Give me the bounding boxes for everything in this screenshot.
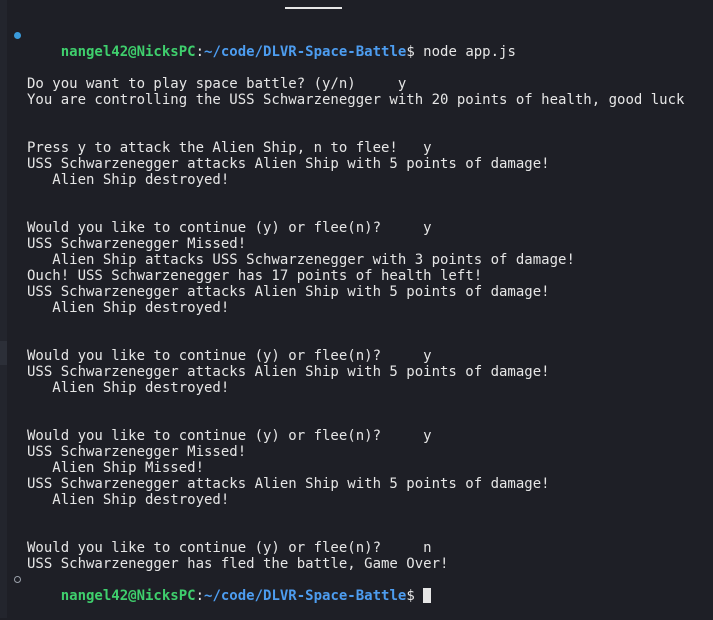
- output-line: Alien Ship attacks USS Schwarzenegger wi…: [27, 252, 575, 268]
- output-line: USS Schwarzenegger attacks Alien Ship wi…: [27, 284, 550, 300]
- active-prompt-line[interactable]: nangel42@NicksPC:~/code/DLVR-Space-Battl…: [0, 572, 713, 604]
- output-line: USS Schwarzenegger attacks Alien Ship wi…: [27, 476, 550, 492]
- output-line: Would you like to continue (y) or flee(n…: [27, 540, 432, 556]
- output-line: Alien Ship Missed!: [27, 460, 205, 476]
- output-line: Alien Ship destroyed!: [27, 380, 230, 396]
- output-line: Would you like to continue (y) or flee(n…: [27, 428, 432, 444]
- command-status-icon[interactable]: [14, 32, 21, 39]
- prompt-user-host: nangel42@NicksPC: [60, 588, 196, 604]
- output-line: Would you like to continue (y) or flee(n…: [27, 220, 432, 236]
- output-line: You are controlling the USS Schwarzenegg…: [27, 92, 685, 108]
- output-line: USS Schwarzenegger Missed!: [27, 236, 247, 252]
- output-line: Do you want to play space battle? (y/n) …: [27, 76, 407, 92]
- active-tab-indicator: [285, 7, 342, 9]
- output-line: Alien Ship destroyed!: [27, 300, 230, 316]
- text-cursor: [423, 588, 432, 603]
- output-line: USS Schwarzenegger attacks Alien Ship wi…: [27, 364, 550, 380]
- terminal-output[interactable]: nangel42@NicksPC:~/code/DLVR-Space-Battl…: [0, 28, 713, 604]
- prompt-status-icon: [14, 576, 21, 583]
- prompt-path: ~/code/DLVR-Space-Battle: [204, 588, 407, 604]
- output-line: Alien Ship destroyed!: [27, 172, 230, 188]
- command-prompt-line: nangel42@NicksPC:~/code/DLVR-Space-Battl…: [0, 28, 713, 60]
- output-line: USS Schwarzenegger Missed!: [27, 444, 247, 460]
- prompt-separator: :: [195, 588, 205, 604]
- output-line: Alien Ship destroyed!: [27, 492, 230, 508]
- output-line: USS Schwarzenegger has fled the battle, …: [27, 556, 449, 572]
- output-line: Would you like to continue (y) or flee(n…: [27, 348, 432, 364]
- output-line: Ouch! USS Schwarzenegger has 17 points o…: [27, 268, 483, 284]
- prompt-symbol: $: [406, 588, 424, 604]
- output-line: Press y to attack the Alien Ship, n to f…: [27, 140, 432, 156]
- output-line: USS Schwarzenegger attacks Alien Ship wi…: [27, 156, 550, 172]
